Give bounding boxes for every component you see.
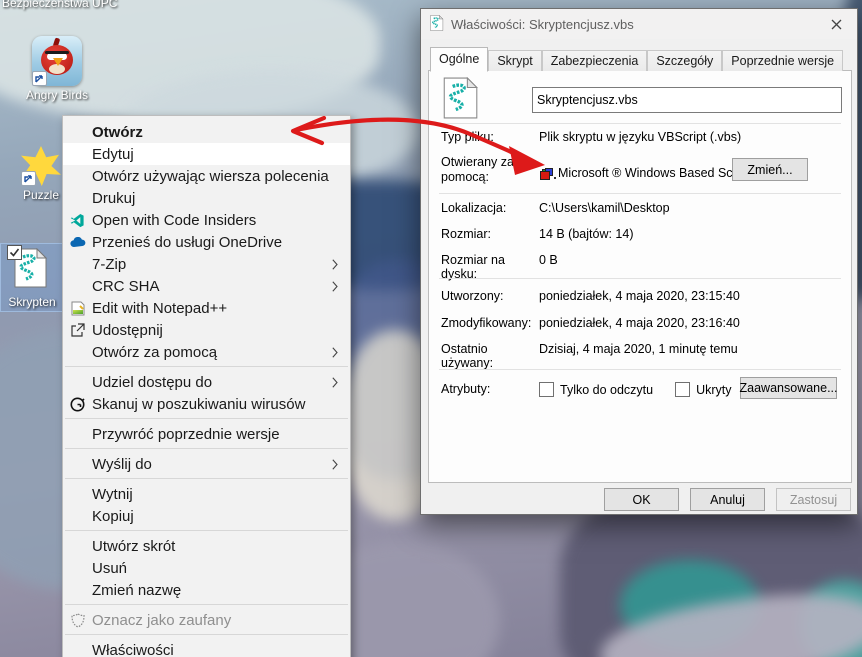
menu-item-wyslij-do[interactable]: Wyślij do	[63, 453, 350, 475]
dialog-title: Właściwości: Skryptencjusz.vbs	[451, 16, 634, 32]
share-icon	[63, 323, 92, 337]
field-file-type: Typ pliku: Plik skryptu w języku VBScrip…	[441, 130, 742, 144]
cancel-button[interactable]: Anuluj	[690, 488, 765, 511]
properties-dialog: Właściwości: Skryptencjusz.vbs Ogólne Sk…	[420, 8, 858, 515]
menu-item-przenies-onedrive[interactable]: Przenieś do usługi OneDrive	[63, 231, 350, 253]
tab-ogolne[interactable]: Ogólne	[430, 47, 489, 72]
advanced-button[interactable]: Zaawansowane...	[740, 377, 838, 399]
menu-item-7zip[interactable]: 7-Zip	[63, 253, 350, 275]
angry-birds-icon	[32, 36, 82, 86]
menu-item-udostepnij[interactable]: Udostępnij	[63, 319, 350, 341]
vbs-file-icon	[429, 14, 444, 34]
antivirus-icon	[63, 397, 92, 412]
menu-separator	[65, 366, 348, 367]
menu-item-otworz[interactable]: Otwórz	[63, 121, 350, 143]
menu-item-crc-sha[interactable]: CRC SHA	[63, 275, 350, 297]
menu-item-drukuj[interactable]: Drukuj	[63, 187, 350, 209]
script-host-app-icon	[539, 167, 556, 180]
shortcut-arrow-icon	[32, 71, 47, 86]
divider	[439, 278, 841, 279]
apply-button: Zastosuj	[776, 488, 851, 511]
menu-item-udziel-dostepu[interactable]: Udziel dostępu do	[63, 371, 350, 393]
menu-separator	[65, 418, 348, 419]
shield-icon	[63, 612, 92, 628]
tab-szczegoly[interactable]: Szczegóły	[647, 50, 723, 71]
menu-item-utworz-skrot[interactable]: Utwórz skrót	[63, 535, 350, 557]
menu-separator	[65, 478, 348, 479]
dialog-tabs: Ogólne Skrypt Zabezpieczenia Szczegóły P…	[430, 47, 844, 72]
divider	[439, 193, 841, 194]
divider	[439, 123, 841, 124]
menu-separator	[65, 448, 348, 449]
desktop: Bezpieczeństwa UPC Angry Birds Puzzle Sk…	[0, 0, 862, 657]
menu-item-open-with-code-insiders[interactable]: Open with Code Insiders	[63, 209, 350, 231]
filename-input[interactable]: Skryptencjusz.vbs	[532, 87, 842, 113]
submenu-chevron-icon	[332, 376, 342, 388]
ok-button[interactable]: OK	[604, 488, 679, 511]
vscode-insiders-icon	[63, 213, 92, 228]
desktop-icon-label: Puzzle	[22, 188, 60, 202]
change-button[interactable]: Zmień...	[732, 158, 808, 181]
context-menu: Otwórz Edytuj Otwórz używając wiersza po…	[62, 115, 351, 657]
field-size-on-disk: Rozmiar na dysku: 0 B	[441, 253, 558, 281]
menu-item-zmien-nazwe[interactable]: Zmień nazwę	[63, 579, 350, 601]
vbs-file-icon	[442, 76, 479, 122]
close-icon[interactable]	[815, 9, 857, 39]
desktop-icon-label: Angry Birds	[25, 88, 89, 102]
menu-separator	[65, 604, 348, 605]
menu-item-skanuj-wirusy[interactable]: Skanuj w poszukiwaniu wirusów	[63, 393, 350, 415]
divider	[439, 369, 841, 370]
menu-item-edytuj[interactable]: Edytuj	[63, 143, 350, 165]
dialog-footer: OK Anuluj Zastosuj	[604, 488, 851, 511]
onedrive-cloud-icon	[63, 236, 92, 248]
menu-item-kopiuj[interactable]: Kopiuj	[63, 505, 350, 527]
field-accessed: Ostatnio używany: Dzisiaj, 4 maja 2020, …	[441, 342, 738, 370]
checkbox-readonly[interactable]	[539, 382, 554, 397]
desktop-icon-skrypten[interactable]: Skrypten	[0, 243, 64, 312]
field-created: Utworzony: poniedziałek, 4 maja 2020, 23…	[441, 289, 740, 303]
submenu-chevron-icon	[332, 458, 342, 470]
field-size: Rozmiar: 14 B (bajtów: 14)	[441, 227, 634, 241]
submenu-chevron-icon	[332, 258, 342, 270]
desktop-icon-angry-birds[interactable]: Angry Birds	[14, 36, 100, 102]
menu-item-wytnij[interactable]: Wytnij	[63, 483, 350, 505]
tab-poprzednie-wersje[interactable]: Poprzednie wersje	[722, 50, 844, 71]
field-modified: Zmodyfikowany: poniedziałek, 4 maja 2020…	[441, 316, 740, 330]
vbs-file-icon	[7, 245, 48, 288]
submenu-chevron-icon	[332, 346, 342, 358]
selection-checkbox[interactable]	[7, 245, 22, 260]
menu-item-otworz-za-pomoca[interactable]: Otwórz za pomocą	[63, 341, 350, 363]
menu-item-przywroc-wersje[interactable]: Przywróć poprzednie wersje	[63, 423, 350, 445]
tab-zabezpieczenia[interactable]: Zabezpieczenia	[541, 50, 648, 71]
submenu-chevron-icon	[332, 280, 342, 292]
desktop-icon-label-cutoff: Bezpieczeństwa UPC	[2, 0, 118, 10]
dialog-titlebar[interactable]: Właściwości: Skryptencjusz.vbs	[421, 9, 857, 39]
menu-item-wlasciwosci[interactable]: Właściwości	[63, 639, 350, 657]
tab-skrypt[interactable]: Skrypt	[488, 50, 542, 71]
puzzle-icon	[21, 146, 61, 186]
general-tab-page: Skryptencjusz.vbs Typ pliku: Plik skrypt…	[428, 70, 852, 483]
checkbox-hidden[interactable]	[675, 382, 691, 397]
notepadpp-icon	[63, 301, 92, 316]
menu-separator	[65, 634, 348, 635]
menu-item-edit-with-notepadpp[interactable]: Edit with Notepad++	[63, 297, 350, 319]
field-location: Lokalizacja: C:\Users\kamil\Desktop	[441, 201, 670, 215]
shortcut-arrow-icon	[21, 171, 36, 186]
menu-separator	[65, 530, 348, 531]
menu-item-otworz-wiersz-polecenia[interactable]: Otwórz używając wiersza polecenia	[63, 165, 350, 187]
menu-item-usun[interactable]: Usuń	[63, 557, 350, 579]
desktop-icon-label: Skrypten	[8, 295, 56, 309]
menu-item-oznacz-jako-zaufany: Oznacz jako zaufany	[63, 609, 350, 631]
